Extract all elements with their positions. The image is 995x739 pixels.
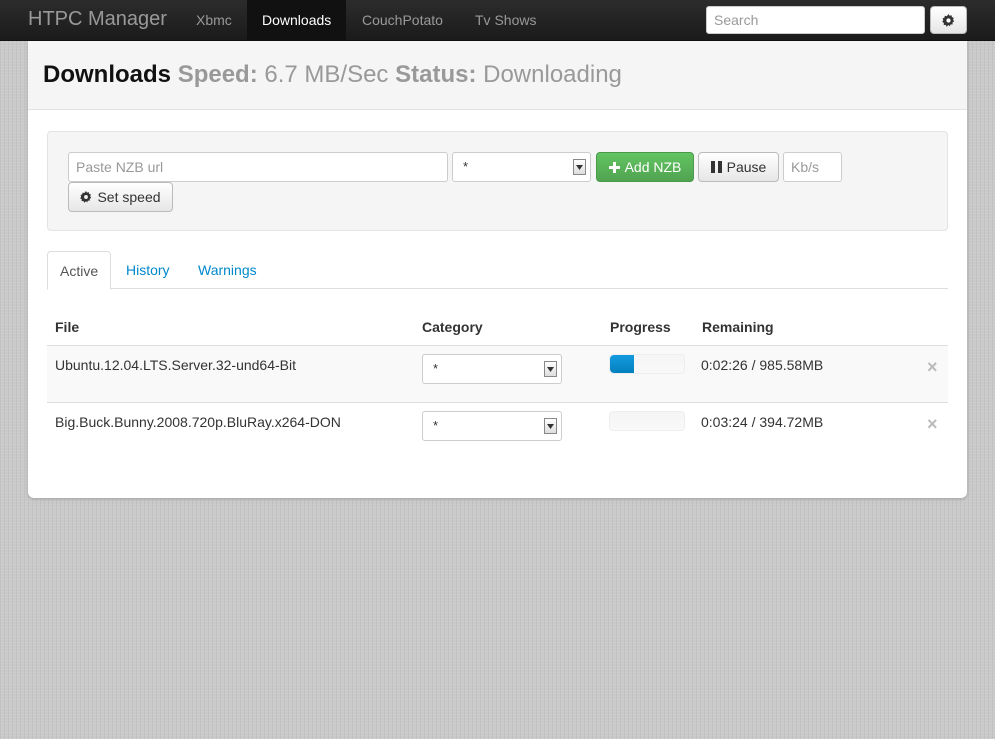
remove-icon[interactable]: × <box>927 415 938 433</box>
gear-icon <box>80 191 92 203</box>
add-nzb-button[interactable]: Add NZB <box>596 152 694 182</box>
pause-button[interactable]: Pause <box>698 152 779 182</box>
remaining-value: 0:03:24 / 394.72MB <box>701 414 824 430</box>
nav-item-xbmc[interactable]: Xbmc <box>181 0 247 40</box>
speed-limit-input[interactable] <box>783 152 842 182</box>
brand-logo[interactable]: HTPC Manager <box>28 8 167 31</box>
pause-icon <box>710 161 722 173</box>
tab-history[interactable]: History <box>114 251 182 289</box>
nav-item-downloads[interactable]: Downloads <box>247 0 347 40</box>
page-header: Downloads Speed: 6.7 MB/Sec Status: Down… <box>28 41 967 110</box>
main-panel: Downloads Speed: 6.7 MB/Sec Status: Down… <box>28 41 967 498</box>
table-row: Big.Buck.Bunny.2008.720p.BluRay.x264-DON… <box>47 402 948 459</box>
search-input[interactable] <box>706 6 925 34</box>
controls-well: * Add NZB Pause Set speed <box>47 131 948 231</box>
set-speed-button[interactable]: Set speed <box>68 182 173 212</box>
nzb-url-input[interactable] <box>68 152 448 182</box>
table-row: Ubuntu.12.04.LTS.Server.32-und64-Bit * 0… <box>47 345 948 402</box>
progress-fill <box>610 355 634 373</box>
column-header-remaining: Remaining <box>702 319 774 335</box>
category-select-value: * <box>463 159 469 174</box>
speed-value: 6.7 MB/Sec <box>264 61 389 88</box>
downloads-tabs: Active History Warnings <box>47 251 948 290</box>
column-header-category: Category <box>422 319 483 335</box>
column-header-file: File <box>55 319 80 335</box>
settings-button[interactable] <box>930 6 967 34</box>
top-navbar: HTPC Manager Xbmc Downloads CouchPotato … <box>0 0 995 41</box>
remaining-value: 0:02:26 / 985.58MB <box>701 357 824 373</box>
add-nzb-label: Add NZB <box>624 159 682 175</box>
gear-icon <box>942 13 955 27</box>
page-title: Downloads <box>43 61 172 88</box>
chevron-down-icon <box>544 361 557 377</box>
row-category-value: * <box>433 361 439 376</box>
nav-item-couchpotato[interactable]: CouchPotato <box>347 0 458 40</box>
progress-bar <box>609 411 685 431</box>
status-label: Status: <box>395 61 477 88</box>
plus-icon <box>608 161 620 173</box>
row-category-value: * <box>433 418 439 433</box>
nav-item-tv-shows[interactable]: Tv Shows <box>460 0 551 40</box>
tab-active[interactable]: Active <box>47 251 112 290</box>
category-select[interactable]: * <box>452 152 591 182</box>
speed-label: Speed: <box>177 61 258 88</box>
remove-icon[interactable]: × <box>927 358 938 376</box>
pause-label: Pause <box>726 159 767 175</box>
chevron-down-icon <box>573 159 586 175</box>
column-header-progress: Progress <box>610 319 671 335</box>
progress-bar <box>609 354 685 374</box>
chevron-down-icon <box>544 418 557 434</box>
tab-warnings[interactable]: Warnings <box>186 251 269 289</box>
file-name: Ubuntu.12.04.LTS.Server.32-und64-Bit <box>55 357 297 373</box>
status-value: Downloading <box>483 61 622 88</box>
row-category-select[interactable]: * <box>422 411 562 441</box>
set-speed-label: Set speed <box>97 189 161 205</box>
file-name: Big.Buck.Bunny.2008.720p.BluRay.x264-DON <box>55 414 341 430</box>
row-category-select[interactable]: * <box>422 354 562 384</box>
